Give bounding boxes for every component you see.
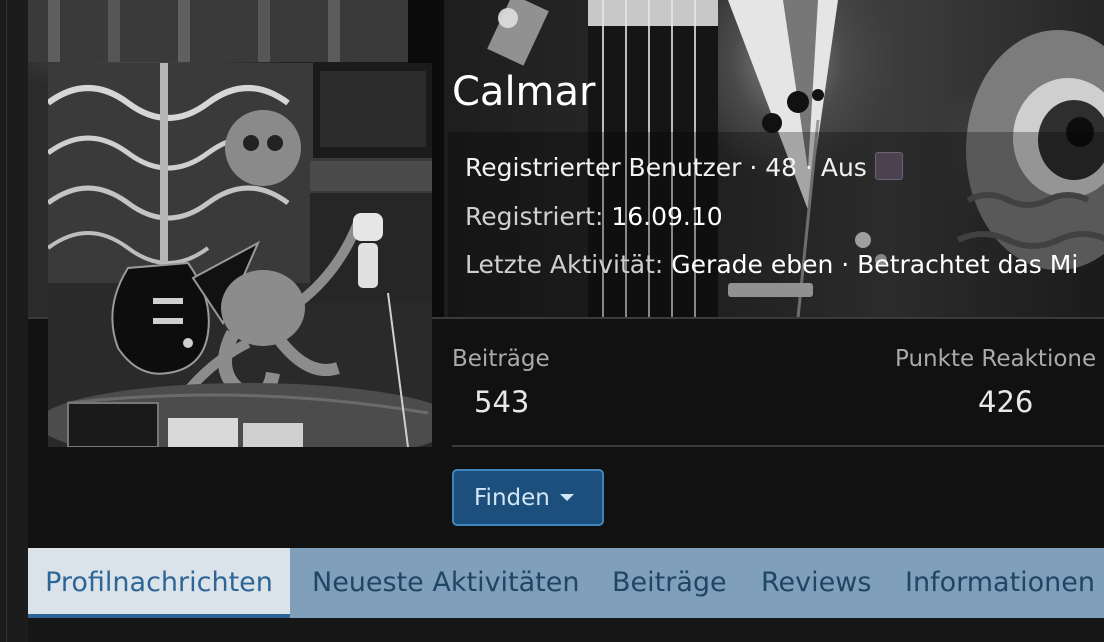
user-title: Registrierter Benutzer · 48 · Aus: [465, 153, 867, 182]
registered-line: Registriert: 16.09.10: [465, 201, 723, 233]
last-activity-line: Letzte Aktivität: Gerade eben · Betracht…: [465, 249, 1078, 281]
stat-label-reactions: Punkte Reaktione: [895, 346, 1097, 372]
stat-value-reactions[interactable]: 426: [978, 385, 1033, 419]
find-button[interactable]: Finden: [452, 469, 604, 526]
tab-reviews[interactable]: Reviews: [761, 548, 871, 618]
avatar-image: [48, 63, 432, 447]
profile-page: Calmar Registrierter Benutzer · 48 · Aus…: [0, 0, 1104, 642]
username: Calmar: [452, 69, 596, 115]
left-gutter: [0, 0, 28, 642]
tab-latest-activity[interactable]: Neueste Aktivitäten: [312, 548, 580, 618]
user-title-line: Registrierter Benutzer · 48 · Aus: [465, 152, 903, 184]
registered-date: 16.09.10: [611, 202, 723, 231]
stats-divider: [452, 445, 1104, 447]
profile-header: Calmar Registrierter Benutzer · 48 · Aus…: [28, 0, 1104, 618]
registered-label: Registriert:: [465, 202, 604, 231]
stat-value-posts[interactable]: 543: [474, 385, 529, 419]
color-swatch: [874, 152, 903, 180]
chevron-down-icon: [559, 493, 574, 501]
tab-profile-posts[interactable]: Profilnachrichten: [28, 548, 290, 618]
profile-tabs: Profilnachrichten Neueste Aktivitäten Be…: [28, 548, 1104, 618]
last-activity-label: Letzte Aktivität:: [465, 250, 664, 279]
tab-postings[interactable]: Beiträge: [612, 548, 727, 618]
find-button-label: Finden: [474, 484, 550, 511]
avatar[interactable]: [48, 63, 432, 447]
last-activity-value[interactable]: Gerade eben · Betrachtet das Mi: [671, 250, 1078, 279]
stat-label-posts: Beiträge: [452, 346, 550, 372]
tab-about[interactable]: Informationen: [905, 548, 1095, 618]
